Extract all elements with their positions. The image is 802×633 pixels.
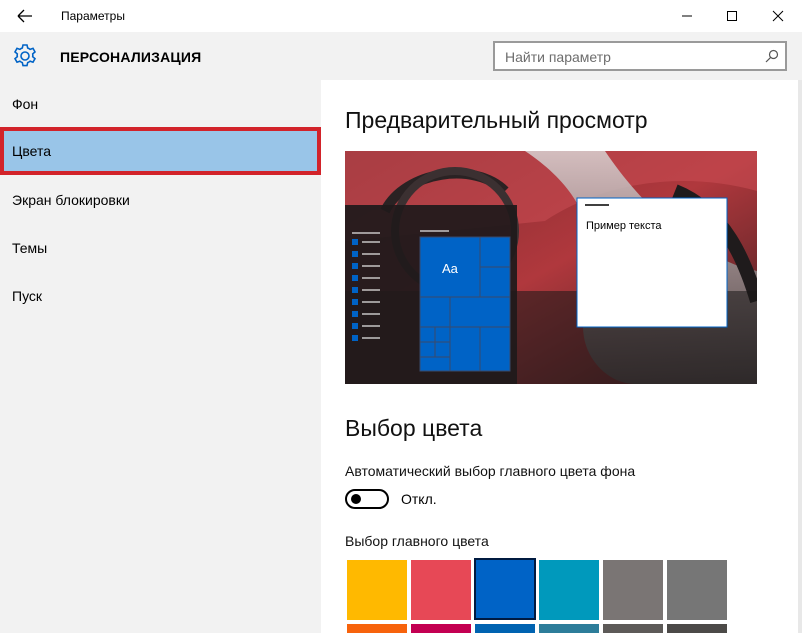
toggle-knob (351, 494, 361, 504)
accent-color-label: Выбор главного цвета (345, 533, 489, 549)
color-swatch-orange[interactable] (347, 624, 407, 633)
search-icon[interactable] (765, 49, 779, 63)
settings-header: ПЕРСОНАЛИЗАЦИЯ (0, 32, 802, 80)
color-swatch-blue-selected[interactable] (474, 558, 536, 620)
minimize-icon (682, 15, 692, 17)
search-input[interactable] (503, 47, 757, 67)
color-swatch-gray[interactable] (603, 560, 663, 620)
close-icon (772, 10, 784, 22)
main-content: Предварительный просмотр Aa Пример текст… (321, 80, 802, 633)
sidebar: Фон Цвета Экран блокировки Темы Пуск (0, 80, 321, 633)
color-swatch-magenta[interactable] (411, 624, 471, 633)
maximize-button[interactable] (709, 0, 755, 32)
auto-color-toggle-state: Откл. (401, 491, 437, 507)
sidebar-item-lock-screen[interactable]: Экран блокировки (0, 176, 321, 224)
auto-color-toggle[interactable] (345, 489, 389, 509)
color-swatch-dark-gray[interactable] (667, 560, 727, 620)
color-swatch-steel[interactable] (539, 624, 599, 633)
color-swatch-red[interactable] (411, 560, 471, 620)
sidebar-item-themes[interactable]: Темы (0, 224, 321, 272)
scrollbar[interactable] (798, 80, 802, 633)
color-swatch-navy[interactable] (475, 624, 535, 633)
window-title: Параметры (61, 9, 125, 23)
back-arrow-icon (17, 9, 32, 23)
tile-label: Aa (442, 261, 459, 276)
car-interior-wallpaper: Aa Пример текста (345, 151, 757, 384)
sidebar-item-start[interactable]: Пуск (0, 272, 321, 320)
page-title: ПЕРСОНАЛИЗАЦИЯ (60, 49, 202, 65)
close-button[interactable] (755, 0, 801, 32)
sample-text: Пример текста (586, 220, 662, 232)
color-swatch-charcoal[interactable] (667, 624, 727, 633)
back-button[interactable] (8, 4, 42, 28)
minimize-button[interactable] (664, 0, 710, 32)
auto-color-label: Автоматический выбор главного цвета фона (345, 463, 636, 479)
color-swatch-teal[interactable] (539, 560, 599, 620)
maximize-icon (727, 11, 737, 21)
sidebar-item-background[interactable]: Фон (0, 80, 321, 128)
sidebar-item-colors[interactable]: Цвета (0, 127, 321, 175)
color-choice-heading: Выбор цвета (345, 415, 483, 441)
preview-image: Aa Пример текста (345, 151, 757, 384)
gear-icon (13, 44, 37, 67)
search-box[interactable] (493, 41, 787, 71)
preview-heading: Предварительный просмотр (345, 107, 648, 133)
color-swatch-stone[interactable] (603, 624, 663, 633)
color-swatch-yellow[interactable] (347, 560, 407, 620)
title-bar: Параметры (0, 0, 802, 32)
